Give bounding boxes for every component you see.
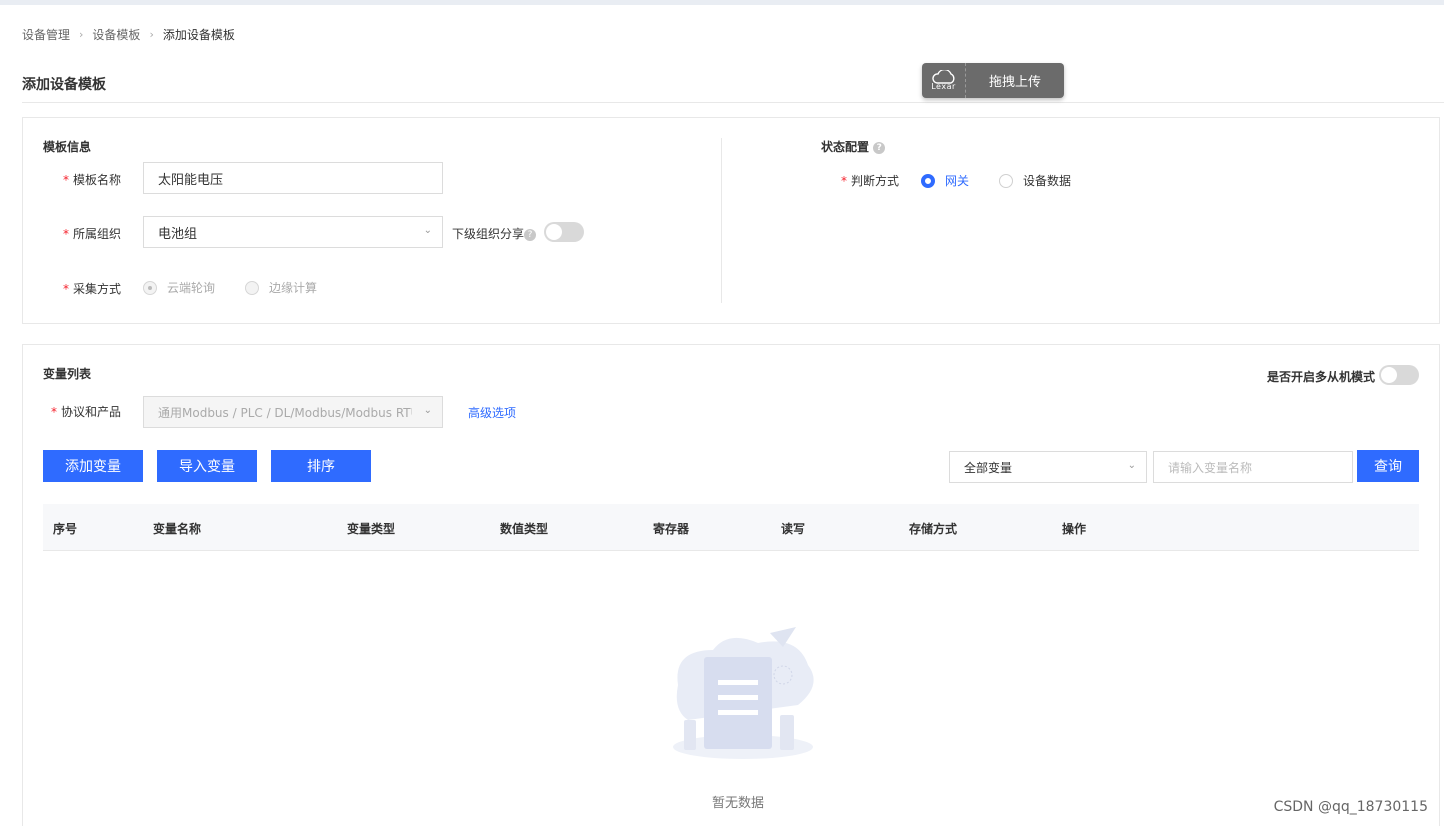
template-info-card: 模板信息 * 模板名称 太阳能电压 * 所属组织 电池组 ⌄ 下级组织分享? * 采集… [22, 117, 1440, 324]
protocol-label: * 协议和产品 [51, 405, 122, 419]
lexar-logo-text: Lexar [931, 82, 956, 91]
help-icon[interactable]: ? [524, 228, 537, 241]
empty-data-illustration [673, 627, 814, 759]
protocol-select[interactable]: 通用Modbus / PLC / DL/Modbus/Modbus RTU ⌄ [143, 396, 443, 428]
chevron-down-icon: ⌄ [423, 405, 432, 416]
template-name-label: * 模板名称 [63, 173, 122, 187]
help-icon[interactable]: ? [873, 141, 886, 154]
column-header-read-write: 读写 [781, 522, 806, 536]
radio-gateway[interactable]: 网关 [921, 172, 969, 189]
empty-state-text: 暂无数据 [712, 796, 765, 811]
sub-org-share-label: 下级组织分享? [452, 225, 537, 242]
top-bar [0, 0, 1444, 5]
collect-method-label: * 采集方式 [63, 282, 122, 296]
sort-button[interactable]: 排序 [271, 450, 371, 482]
template-info-title: 模板信息 [43, 140, 92, 154]
breadcrumb-item-device-template[interactable]: 设备模板 [92, 26, 140, 43]
chevron-right-icon: › [149, 28, 154, 41]
import-variable-button[interactable]: 导入变量 [157, 450, 257, 482]
radio-dot [921, 173, 935, 188]
breadcrumb: 设备管理 › 设备模板 › 添加设备模板 [22, 26, 235, 43]
toggle-knob [1381, 367, 1397, 383]
multi-slave-label: 是否开启多从机模式 [1267, 370, 1376, 384]
column-header-index: 序号 [53, 522, 78, 536]
required-mark: * [63, 227, 69, 241]
advanced-options-link[interactable]: 高级选项 [468, 404, 516, 421]
required-mark: * [841, 174, 847, 188]
toggle-knob [546, 224, 562, 240]
radio-dot [245, 280, 259, 295]
judge-method-label: * 判断方式 [841, 174, 900, 188]
required-mark: * [51, 405, 57, 419]
multi-slave-toggle[interactable] [1379, 365, 1419, 385]
breadcrumb-item-device-management[interactable]: 设备管理 [22, 26, 70, 43]
variable-filter-select[interactable]: 全部变量 ⌄ [949, 451, 1147, 483]
column-header-register: 寄存器 [653, 522, 690, 536]
column-header-actions: 操作 [1062, 522, 1087, 536]
page-title: 添加设备模板 [22, 77, 106, 93]
variable-table-header: 序号 变量名称 变量类型 数值类型 寄存器 读写 存储方式 操作 [43, 504, 1419, 551]
status-config-title: 状态配置 ? [821, 138, 886, 155]
org-label: * 所属组织 [63, 227, 122, 241]
title-divider [22, 102, 1444, 103]
chevron-right-icon: › [79, 28, 84, 41]
radio-dot [999, 173, 1013, 188]
radio-device-data[interactable]: 设备数据 [999, 172, 1071, 189]
variable-list-card: 变量列表 是否开启多从机模式 * 协议和产品 通用Modbus / PLC / D… [22, 344, 1440, 826]
breadcrumb-item-current: 添加设备模板 [162, 28, 235, 42]
add-variable-button[interactable]: 添加变量 [43, 450, 143, 482]
section-divider [721, 138, 722, 303]
required-mark: * [63, 282, 69, 296]
sub-org-share-toggle[interactable] [544, 222, 584, 242]
variable-search-input[interactable]: 请输入变量名称 [1153, 451, 1353, 483]
lexar-logo: Lexar [922, 63, 966, 98]
template-name-input[interactable]: 太阳能电压 [143, 162, 443, 194]
drag-upload-label: 拖拽上传 [988, 75, 1041, 90]
chevron-down-icon: ⌄ [1127, 460, 1136, 471]
required-mark: * [63, 173, 69, 187]
watermark: CSDN @qq_18730115 [1273, 799, 1428, 815]
radio-edge-computing[interactable]: 边缘计算 [245, 279, 317, 296]
column-header-variable-type: 变量类型 [347, 522, 396, 536]
drag-upload-overlay[interactable]: Lexar 拖拽上传 [922, 63, 1064, 98]
radio-dot [143, 280, 157, 295]
chevron-down-icon: ⌄ [423, 225, 432, 236]
radio-cloud-polling[interactable]: 云端轮询 [143, 279, 215, 296]
variable-list-title: 变量列表 [43, 367, 92, 381]
column-header-value-type: 数值类型 [500, 522, 549, 536]
org-select[interactable]: 电池组 ⌄ [143, 216, 443, 248]
query-button[interactable]: 查询 [1357, 450, 1419, 482]
column-header-storage: 存储方式 [909, 522, 958, 536]
column-header-variable-name: 变量名称 [153, 522, 202, 536]
